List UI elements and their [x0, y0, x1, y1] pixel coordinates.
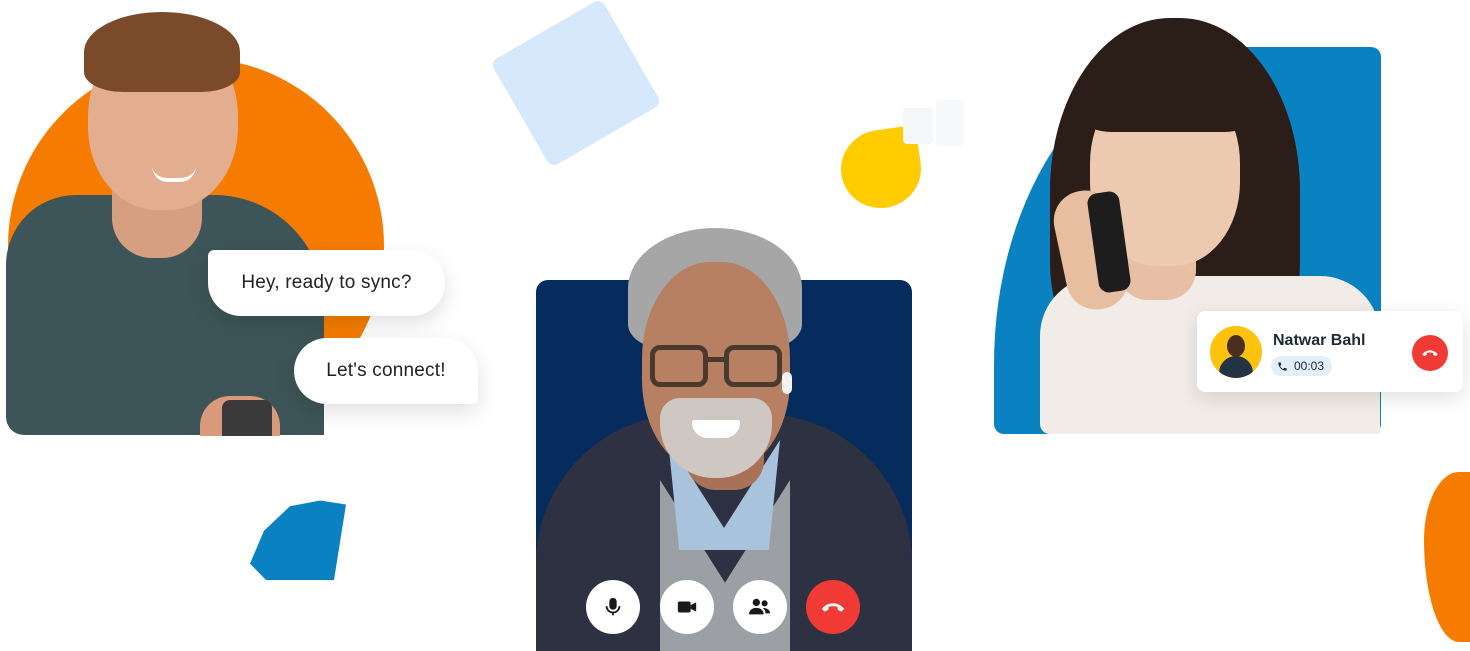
call-duration-badge: 00:03 — [1271, 356, 1333, 376]
caller-name: Natwar Bahl — [1273, 332, 1366, 349]
avatar — [1210, 326, 1262, 378]
video-camera-icon — [677, 601, 697, 613]
participant-smile — [692, 420, 740, 438]
chat-bubble-text: Hey, ready to sync? — [241, 272, 412, 293]
orange-edge-shape — [1424, 472, 1470, 642]
active-call-card: Natwar Bahl 00:03 — [1197, 311, 1463, 392]
person-hair — [84, 12, 240, 92]
light-blue-diamond-shape — [490, 0, 662, 168]
hang-up-button[interactable] — [1412, 335, 1448, 371]
call-duration: 00:03 — [1294, 359, 1325, 373]
participant-glasses — [650, 345, 782, 389]
mute-microphone-button[interactable] — [586, 580, 640, 634]
blue-wedge-shape — [250, 500, 346, 580]
microphone-icon — [605, 597, 621, 616]
participant-earbud — [782, 372, 792, 394]
toggle-video-button[interactable] — [660, 580, 714, 634]
chat-bubble-reply: Let's connect! — [294, 338, 478, 404]
faint-shape — [903, 108, 933, 144]
end-call-icon — [821, 603, 845, 612]
caller-bangs — [1084, 54, 1252, 132]
phone-icon — [1278, 361, 1287, 371]
smartphone — [222, 400, 272, 436]
faint-shape — [936, 100, 964, 146]
end-call-icon — [1422, 350, 1438, 357]
participants-icon — [749, 598, 771, 615]
participants-button[interactable] — [733, 580, 787, 634]
chat-bubble-incoming: Hey, ready to sync? — [208, 250, 445, 316]
chat-bubble-text: Let's connect! — [326, 360, 446, 381]
end-call-button[interactable] — [806, 580, 860, 634]
